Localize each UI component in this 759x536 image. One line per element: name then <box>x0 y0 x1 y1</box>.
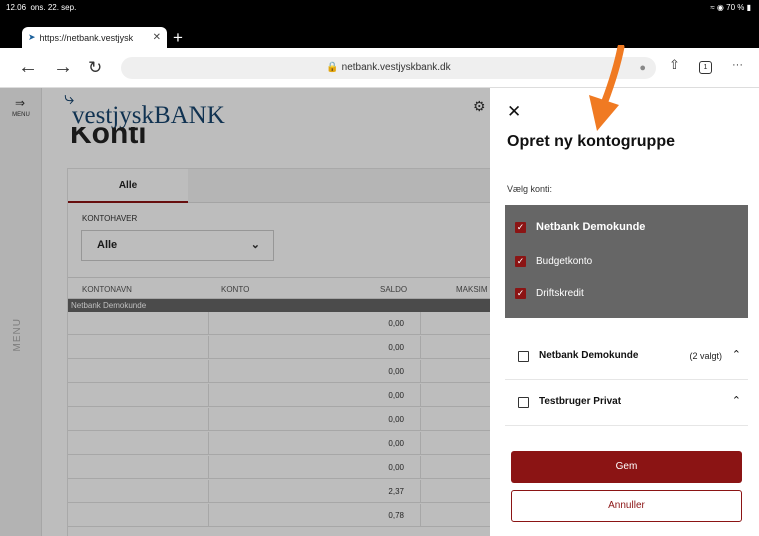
checkbox-checked-icon[interactable]: ✓ <box>515 256 526 267</box>
selected-account-item[interactable]: ✓ Budgetkonto <box>515 256 592 267</box>
more-icon[interactable]: ··· <box>732 59 743 71</box>
address-bar[interactable]: 🔒 netbank.vestjyskbank.dk ● <box>121 57 656 79</box>
close-tab-icon[interactable]: ✕ <box>153 32 161 43</box>
account-group-testbruger-privat[interactable]: Testbruger Privat ⌃ <box>505 380 748 426</box>
close-icon[interactable]: ✕ <box>507 102 521 122</box>
selected-account-item[interactable]: ✓ Driftskredit <box>515 288 584 299</box>
lock-icon: 🔒 <box>326 62 339 73</box>
status-time: 12.06 ons. 22. sep. <box>6 3 77 12</box>
chevron-up-icon[interactable]: ⌃ <box>732 394 741 407</box>
browser-toolbar: ← → ↻ 🔒 netbank.vestjyskbank.dk ● ⇧ 1 ··… <box>0 48 759 88</box>
url-text: netbank.vestjyskbank.dk <box>341 62 451 73</box>
browser-tab-strip: ➤ https://netbank.vestjysk ✕ + <box>0 14 759 48</box>
checkbox-checked-icon[interactable]: ✓ <box>515 288 526 299</box>
microphone-icon[interactable]: ● <box>639 57 646 79</box>
panel-title: Opret ny kontogruppe <box>507 133 675 150</box>
checkbox[interactable] <box>518 351 529 362</box>
status-bar: 12.06 ons. 22. sep. ≈ ◉ 70 % ▮ <box>0 0 759 14</box>
status-icons: ≈ ◉ 70 % ▮ <box>710 3 751 12</box>
create-group-panel: ✕ Opret ny kontogruppe Vælg konti: ✓ Net… <box>490 88 759 536</box>
cancel-button[interactable]: Annuller <box>511 490 742 522</box>
checkbox[interactable] <box>518 397 529 408</box>
account-group-netbank-demokunde[interactable]: Netbank Demokunde (2 valgt) ⌃ <box>505 334 748 380</box>
chevron-up-icon[interactable]: ⌃ <box>732 348 741 361</box>
selected-accounts-box: ✓ Netbank Demokunde ✓ Budgetkonto ✓ Drif… <box>505 205 748 318</box>
selected-account-item[interactable]: ✓ Netbank Demokunde <box>515 221 645 233</box>
browser-tab-title: https://netbank.vestjysk <box>39 32 134 43</box>
reload-icon[interactable]: ↻ <box>88 58 102 78</box>
share-icon[interactable]: ⇧ <box>669 57 680 73</box>
site-favicon-icon: ➤ <box>28 32 36 42</box>
checkbox-checked-icon[interactable]: ✓ <box>515 221 526 233</box>
browser-tab[interactable]: ➤ https://netbank.vestjysk ✕ <box>22 27 167 48</box>
forward-arrow-icon[interactable]: → <box>53 56 73 79</box>
selected-count: (2 valgt) <box>689 351 722 361</box>
annotation-arrow-icon <box>589 45 625 131</box>
tabs-count-icon[interactable]: 1 <box>699 61 712 74</box>
back-arrow-icon[interactable]: ← <box>18 56 38 79</box>
select-accounts-label: Vælg konti: <box>507 184 553 194</box>
modal-overlay[interactable] <box>0 88 490 536</box>
save-button[interactable]: Gem <box>511 451 742 483</box>
new-tab-icon[interactable]: + <box>173 28 183 48</box>
